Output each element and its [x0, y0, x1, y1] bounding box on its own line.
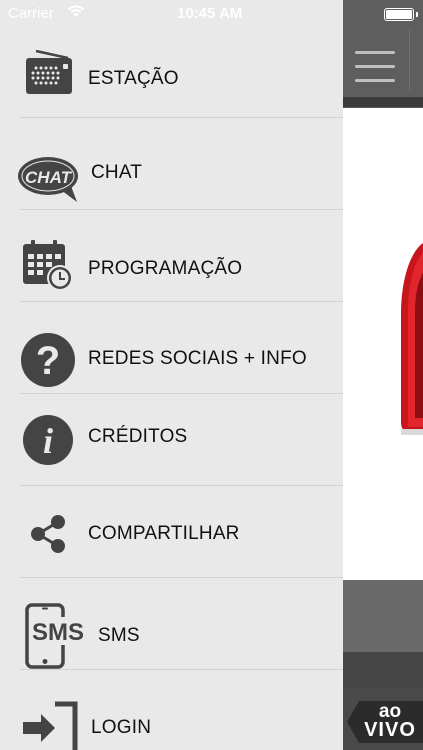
hamburger-line — [355, 79, 395, 82]
menu-item-compartilhar[interactable]: COMPARTILHAR — [0, 486, 343, 578]
menu-label-compartilhar: COMPARTILHAR — [88, 523, 240, 544]
menu-label-creditos: CRÉDITOS — [88, 426, 188, 447]
menu-toggle-button[interactable] — [353, 44, 397, 88]
menu-label-estacao: ESTAÇÃO — [88, 68, 179, 89]
menu-item-creditos[interactable]: i CRÉDITOS — [0, 394, 343, 486]
status-bar: Carrier 10:45 AM — [0, 0, 423, 28]
radio-icon — [18, 42, 78, 102]
menu-label-login: LOGIN — [91, 717, 152, 738]
sms-icon-text: SMS — [32, 619, 84, 646]
menu-item-estacao[interactable]: ESTAÇÃO — [0, 26, 343, 118]
top-bar-underline — [343, 97, 423, 107]
menu-label-chat: CHAT — [91, 162, 143, 183]
player-strip-dark — [343, 652, 423, 688]
hamburger-line — [355, 51, 395, 54]
menu-item-redes-sociais[interactable]: ? REDES SOCIAIS + INFO — [0, 302, 343, 394]
menu-item-chat[interactable]: CHAT CHAT — [0, 118, 343, 210]
live-badge-line2: VIVO — [364, 719, 416, 741]
info-letter-text: i — [43, 421, 53, 461]
menu-label-sms: SMS — [98, 625, 140, 646]
main-app-view: ao VIVO — [343, 0, 423, 750]
carrier-label: Carrier — [8, 5, 54, 22]
hamburger-line — [355, 65, 395, 68]
live-badge-button[interactable]: ao VIVO — [347, 701, 423, 743]
menu-label-redes-sociais: REDES SOCIAIS + INFO — [88, 348, 307, 369]
share-icon — [18, 504, 78, 564]
login-arrow-icon — [20, 698, 80, 750]
question-mark-text: ? — [36, 339, 60, 383]
menu-label-programacao: PROGRAMAÇÃO — [88, 258, 243, 279]
station-logo — [399, 243, 423, 435]
info-icon: i — [18, 410, 78, 470]
menu-item-sms[interactable]: SMS SMS — [0, 578, 343, 670]
side-drawer-menu: ESTAÇÃO CHAT CHAT PROGRAMAÇÃO ? REDES SO… — [0, 0, 343, 750]
sms-phone-icon: SMS — [24, 602, 88, 670]
battery-icon — [384, 8, 418, 21]
chat-icon-text: CHAT — [25, 168, 73, 187]
player-strip — [343, 580, 423, 652]
top-bar-divider — [409, 30, 410, 90]
question-icon: ? — [18, 330, 78, 390]
clock: 10:45 AM — [177, 5, 243, 22]
chat-bubble-icon: CHAT — [16, 144, 86, 204]
wifi-icon — [68, 5, 84, 22]
menu-item-login[interactable]: LOGIN — [0, 670, 343, 750]
calendar-clock-icon — [18, 236, 78, 296]
screen: ao VIVO Carrier 10:45 AM ESTAÇÃO CHAT CH… — [0, 0, 423, 750]
menu-item-programacao[interactable]: PROGRAMAÇÃO — [0, 210, 343, 302]
